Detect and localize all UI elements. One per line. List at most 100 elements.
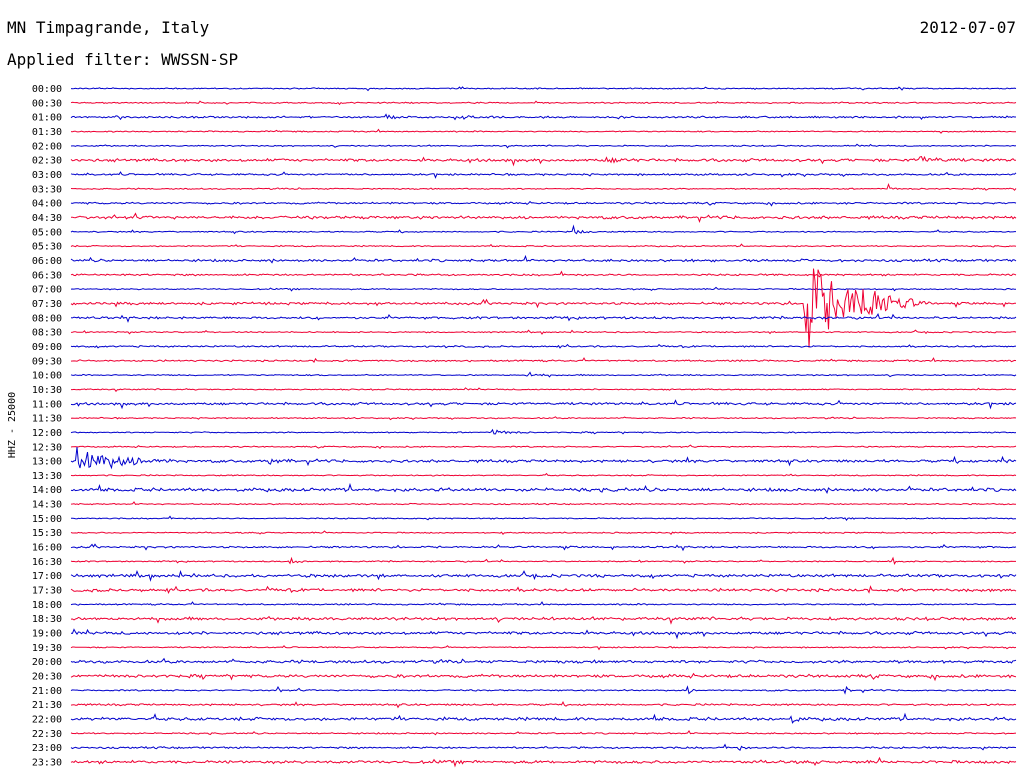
trace-1030 bbox=[71, 387, 1017, 393]
row-time-label: 04:30 bbox=[32, 213, 62, 224]
row-time-label: 08:30 bbox=[32, 328, 62, 339]
row-time-label: 21:00 bbox=[32, 686, 62, 697]
row-time-label: 19:00 bbox=[32, 629, 62, 640]
seismic-traces bbox=[70, 86, 1017, 768]
trace-1900 bbox=[70, 628, 1017, 640]
trace-0430 bbox=[71, 212, 1017, 223]
trace-1330 bbox=[70, 472, 1017, 477]
trace-1200 bbox=[70, 428, 1017, 435]
trace-2100 bbox=[70, 685, 1017, 695]
row-time-label: 03:30 bbox=[32, 184, 62, 195]
y-axis-label: HHZ - 25000 bbox=[7, 392, 18, 458]
row-time-label: 16:30 bbox=[32, 557, 62, 568]
trace-2300 bbox=[70, 743, 1017, 751]
row-time-label: 10:30 bbox=[32, 385, 62, 396]
trace-1300 bbox=[70, 446, 1017, 470]
trace-0500 bbox=[70, 224, 1016, 235]
row-time-label: 19:30 bbox=[32, 643, 62, 654]
row-time-label: 12:00 bbox=[32, 428, 62, 439]
trace-0400 bbox=[70, 200, 1017, 207]
row-time-label: 11:30 bbox=[32, 414, 62, 425]
trace-0030 bbox=[70, 100, 1017, 106]
row-time-label: 06:30 bbox=[32, 270, 62, 281]
row-time-label: 15:00 bbox=[32, 514, 62, 525]
row-time-label: 18:30 bbox=[32, 614, 62, 625]
row-time-label: 00:00 bbox=[32, 84, 62, 95]
row-time-label: 09:00 bbox=[32, 342, 62, 353]
trace-1700 bbox=[70, 569, 1017, 582]
row-time-label: 08:00 bbox=[32, 313, 62, 324]
trace-1130 bbox=[70, 416, 1017, 421]
row-time-label: 03:00 bbox=[32, 170, 62, 181]
helicorder-chart: HHZ - 25000 00:00 00:30 01:00 01:30 02:00 02:… bbox=[7, 84, 1017, 769]
trace-1800 bbox=[70, 601, 1017, 606]
trace-2330 bbox=[70, 756, 1017, 768]
row-time-label: 05:30 bbox=[32, 242, 62, 253]
trace-0600 bbox=[70, 254, 1017, 264]
trace-1000 bbox=[70, 371, 1017, 378]
trace-1630 bbox=[70, 556, 1016, 565]
trace-0930 bbox=[70, 357, 1017, 363]
row-time-label: 00:30 bbox=[32, 98, 62, 109]
row-time-label: 15:30 bbox=[32, 528, 62, 539]
row-time-label: 12:30 bbox=[32, 442, 62, 453]
row-time-labels: 00:00 00:30 01:00 01:30 02:00 02:30 03:00 03:30… bbox=[32, 84, 62, 769]
trace-0900 bbox=[70, 343, 1017, 349]
trace-0330 bbox=[70, 183, 1017, 191]
trace-1430 bbox=[70, 501, 1017, 506]
trace-1730 bbox=[70, 585, 1017, 594]
row-time-label: 16:00 bbox=[32, 543, 62, 554]
trace-1600 bbox=[70, 543, 1017, 552]
trace-0830 bbox=[70, 329, 1017, 335]
trace-1830 bbox=[70, 615, 1017, 625]
trace-0800 bbox=[70, 313, 1017, 323]
trace-0530 bbox=[70, 243, 1017, 248]
trace-0730 bbox=[70, 268, 1016, 348]
trace-2130 bbox=[70, 700, 1017, 709]
trace-0130 bbox=[70, 128, 1017, 134]
row-time-label: 17:30 bbox=[32, 586, 62, 597]
trace-1100 bbox=[70, 399, 1017, 410]
row-time-label: 10:00 bbox=[32, 371, 62, 382]
trace-0100 bbox=[70, 113, 1016, 121]
row-time-label: 22:30 bbox=[32, 729, 62, 740]
row-time-label: 13:00 bbox=[32, 457, 62, 468]
row-time-label: 04:00 bbox=[32, 199, 62, 210]
row-time-label: 23:00 bbox=[32, 743, 62, 754]
row-time-label: 11:00 bbox=[32, 399, 62, 410]
row-time-label: 13:30 bbox=[32, 471, 62, 482]
row-time-label: 14:00 bbox=[32, 485, 62, 496]
row-time-label: 20:30 bbox=[32, 672, 62, 683]
trace-0200 bbox=[70, 143, 1017, 149]
row-time-label: 06:00 bbox=[32, 256, 62, 267]
trace-0700 bbox=[70, 286, 1017, 292]
trace-2000 bbox=[70, 657, 1017, 664]
row-time-label: 09:30 bbox=[32, 356, 62, 367]
trace-1500 bbox=[70, 515, 1016, 521]
trace-2030 bbox=[70, 672, 1017, 682]
row-time-label: 17:00 bbox=[32, 571, 62, 582]
trace-1230 bbox=[70, 444, 1017, 450]
row-time-label: 01:30 bbox=[32, 127, 62, 138]
row-time-label: 02:30 bbox=[32, 156, 62, 167]
row-time-label: 02:00 bbox=[32, 141, 62, 152]
trace-1530 bbox=[70, 530, 1017, 535]
row-time-label: 14:30 bbox=[32, 500, 62, 511]
trace-2200 bbox=[70, 712, 1017, 724]
trace-1400 bbox=[70, 482, 1017, 495]
row-time-label: 07:00 bbox=[32, 285, 62, 296]
row-time-label: 05:00 bbox=[32, 227, 62, 238]
row-time-label: 01:00 bbox=[32, 113, 62, 124]
trace-0000 bbox=[70, 86, 1017, 92]
row-time-label: 23:30 bbox=[32, 758, 62, 769]
trace-2230 bbox=[70, 729, 1017, 736]
trace-0230 bbox=[70, 155, 1016, 167]
trace-0630 bbox=[70, 270, 1017, 278]
y-axis-title: HHZ - 25000 bbox=[7, 392, 18, 458]
row-time-label: 07:30 bbox=[32, 299, 62, 310]
trace-0300 bbox=[70, 171, 1017, 179]
row-time-label: 18:00 bbox=[32, 600, 62, 611]
trace-1930 bbox=[70, 645, 1017, 651]
row-time-label: 22:00 bbox=[32, 715, 62, 726]
row-time-label: 21:30 bbox=[32, 700, 62, 711]
